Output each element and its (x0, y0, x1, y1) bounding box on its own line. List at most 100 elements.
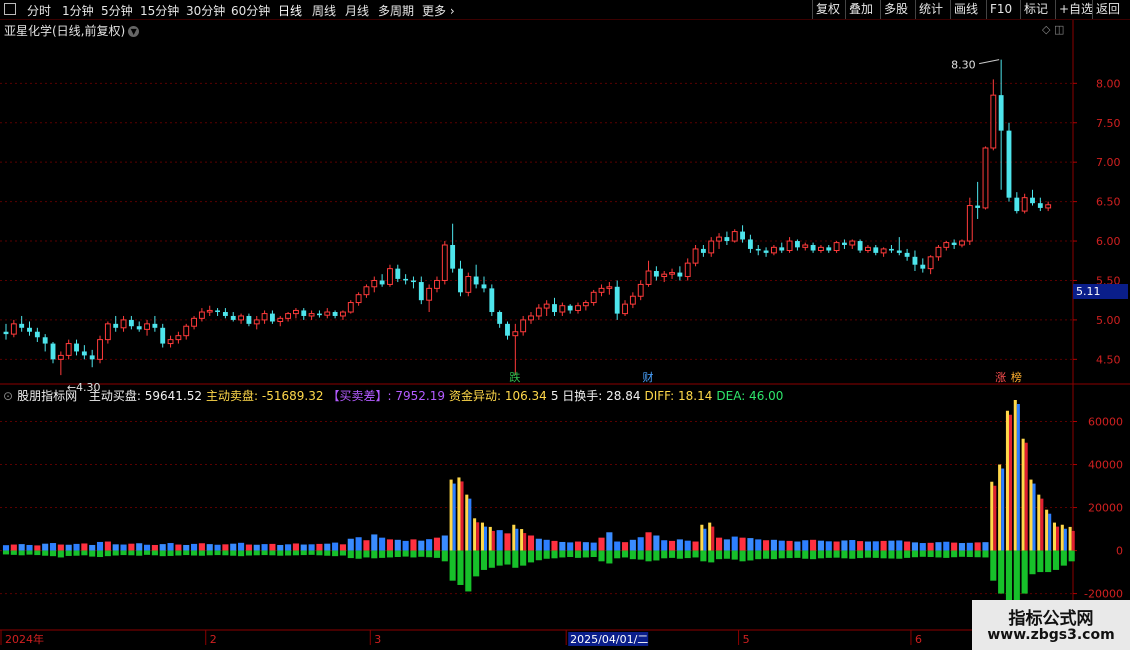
buy-bar (958, 543, 966, 551)
sell-bar (379, 550, 386, 558)
candle-body (277, 317, 284, 322)
buy-bar (128, 543, 135, 551)
buy-bar (104, 541, 111, 551)
candle-body (3, 331, 9, 335)
buy-bar (606, 532, 613, 551)
buy-bar-inner (993, 485, 997, 551)
buy-bar-inner (1071, 530, 1075, 551)
date-label: 2025/04/01/二 (570, 633, 648, 646)
sell-bar (911, 550, 919, 558)
candle-body (104, 323, 111, 341)
sell-bar (355, 550, 362, 559)
sell-bar (802, 550, 809, 559)
sell-bar (668, 550, 676, 558)
sell-bar (982, 550, 989, 558)
buy-bar (896, 540, 903, 551)
buy-bar (73, 543, 80, 551)
sell-bar (480, 550, 488, 570)
split-window-icon[interactable]: ◫ (1054, 23, 1064, 36)
buy-bar-inner (703, 528, 707, 551)
buy-bar (786, 540, 793, 551)
candle-body (763, 250, 769, 253)
event-marker: 榜 (1011, 370, 1022, 384)
buy-bar (739, 537, 746, 551)
buy-bar (34, 545, 41, 551)
buy-bar (676, 539, 683, 551)
buy-bar (269, 543, 276, 551)
sell-bar (606, 550, 613, 564)
buy-bar (763, 540, 770, 551)
buy-bar (355, 537, 362, 551)
buy-bar (935, 542, 942, 551)
sell-bar (1037, 550, 1044, 573)
candle-body (786, 240, 793, 252)
buy-bar-inner (460, 481, 464, 551)
buy-bar (504, 533, 511, 551)
buy-bar (136, 543, 143, 551)
candle-body (833, 242, 840, 252)
buy-bar (433, 537, 441, 551)
chevron-down-icon[interactable]: ⊙ (3, 389, 13, 403)
candle-body (292, 309, 299, 315)
sell-bar (786, 550, 793, 559)
diamond-icon[interactable]: ◇ (1042, 23, 1050, 36)
sell-bar (919, 550, 926, 557)
sell-bar (245, 550, 252, 556)
sell-bar (465, 550, 472, 592)
indicator-items: 主动买盘: 59641.52 主动卖盘: -51689.32 【买卖差】: 7952… (89, 389, 788, 403)
sell-bar (684, 550, 691, 559)
candle-body (473, 276, 479, 285)
buy-bar (1045, 509, 1049, 551)
candle-body (418, 282, 424, 301)
buy-bar (81, 543, 88, 551)
sell-bar (418, 550, 425, 557)
sell-bar (708, 550, 715, 563)
buy-bar (708, 522, 712, 551)
indicator-name: 股朋指标网 (17, 389, 78, 403)
candle-body (920, 264, 926, 269)
sell-bar (661, 550, 668, 559)
buy-bar (645, 532, 652, 551)
candle-body (285, 313, 292, 319)
buy-bar (277, 544, 284, 551)
sell-bar (183, 550, 190, 556)
candle-body (19, 323, 25, 328)
event-marker: 涨 (995, 371, 1006, 384)
buy-bar (684, 540, 691, 551)
sell-bar (739, 550, 746, 562)
candle-body (598, 287, 605, 293)
sell-bar (18, 550, 25, 556)
price-tick-label: 6.00 (1096, 235, 1121, 248)
candle-body (896, 250, 902, 253)
sell-bar (308, 550, 315, 555)
sell-bar (598, 550, 605, 562)
sell-bar (817, 550, 824, 559)
sell-bar (810, 550, 817, 560)
candle-body (512, 331, 519, 337)
buy-bar (198, 543, 205, 551)
buy-bar (629, 539, 636, 551)
buy-bar (363, 540, 370, 551)
buy-bar (825, 541, 832, 551)
sell-bar (676, 550, 683, 559)
sell-bar (692, 550, 699, 558)
indicator-item-0: 主动买盘: 59641.52 (88, 389, 203, 403)
sell-bar (426, 550, 433, 558)
volume-tick-label: 20000 (1088, 502, 1123, 515)
price-tick-label: 7.50 (1096, 117, 1121, 130)
sell-bar (520, 550, 527, 566)
candle-body (865, 246, 871, 252)
sell-bar (49, 550, 57, 557)
candle-body (450, 244, 456, 269)
sell-bar (10, 550, 17, 555)
candle-body (653, 271, 659, 277)
candle-body (645, 270, 652, 285)
buy-bar (966, 542, 973, 551)
candle-body (489, 288, 495, 313)
chevron-down-icon[interactable]: ▼ (128, 26, 140, 37)
watermark-line1: 指标公式网 (1008, 609, 1094, 629)
candle-body (191, 317, 197, 327)
candle-body (959, 240, 965, 246)
sell-bar (582, 550, 589, 558)
sell-bar (927, 550, 934, 558)
